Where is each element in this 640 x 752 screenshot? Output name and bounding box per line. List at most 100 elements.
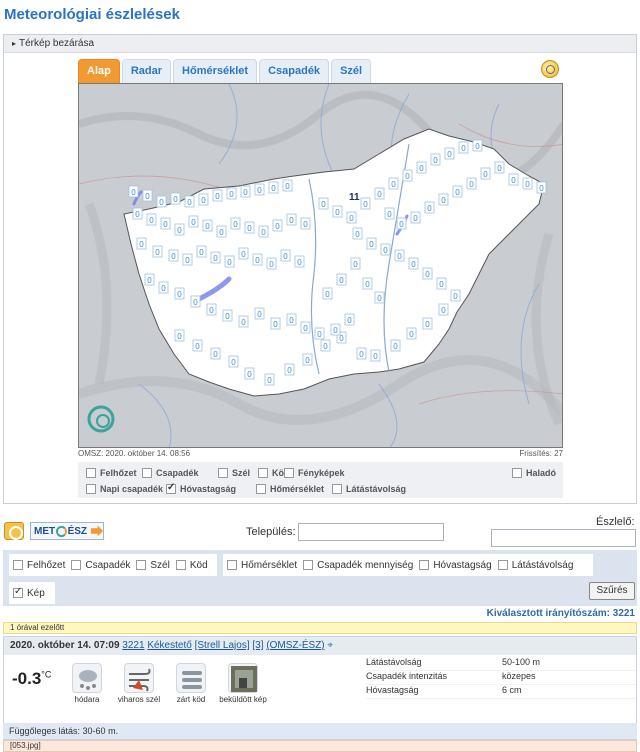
snow-depth-marker[interactable]: 0 <box>438 193 449 206</box>
snow-depth-marker[interactable]: 0 <box>438 303 449 316</box>
filter-checkbox[interactable] <box>13 560 23 570</box>
snow-depth-marker[interactable]: 0 <box>472 139 483 152</box>
observer-link[interactable]: [Strell Lajos] <box>195 640 250 651</box>
layer-option-9[interactable]: Látástávolság <box>332 484 406 494</box>
snow-depth-marker[interactable]: 0 <box>380 243 391 256</box>
settlement-input[interactable] <box>298 523 444 541</box>
snow-depth-marker[interactable]: 0 <box>332 205 343 218</box>
snow-depth-marker[interactable]: 0 <box>254 307 265 320</box>
source-link[interactable]: (OMSZ-ÉSZ) <box>266 640 324 651</box>
snow-depth-marker[interactable]: 0 <box>444 147 455 160</box>
snow-depth-marker[interactable]: 0 <box>170 192 181 205</box>
home-icon[interactable] <box>4 522 24 540</box>
layer-checkbox[interactable] <box>86 484 96 494</box>
tab-1[interactable]: Radar <box>121 59 172 83</box>
count-link[interactable]: [3] <box>252 640 263 651</box>
snow-depth-marker[interactable]: 0 <box>374 187 385 200</box>
snow-depth-marker[interactable]: 0 <box>258 225 269 238</box>
snow-depth-marker[interactable]: 0 <box>424 201 435 214</box>
filter-item[interactable]: Felhőzet <box>13 560 65 571</box>
snow-depth-marker[interactable]: 0 <box>370 349 381 362</box>
snow-depth-marker[interactable]: 0 <box>430 153 441 166</box>
snow-depth-marker[interactable]: 0 <box>416 161 427 174</box>
snow-depth-marker[interactable]: 0 <box>410 211 421 224</box>
tab-0[interactable]: Alap <box>78 59 120 83</box>
observer-input[interactable] <box>491 529 636 547</box>
snow-depth-marker[interactable]: 0 <box>452 185 463 198</box>
snow-depth-marker[interactable]: 0 <box>344 313 355 326</box>
filter-checkbox[interactable] <box>136 560 147 570</box>
layer-checkbox[interactable] <box>142 468 152 478</box>
snow-depth-marker[interactable]: 0 <box>152 245 163 258</box>
snow-depth-marker[interactable]: 0 <box>450 289 461 302</box>
layer-option-2[interactable]: Szél <box>218 468 250 478</box>
snow-depth-marker[interactable]: 0 <box>244 367 255 380</box>
layer-checkbox[interactable] <box>332 484 342 494</box>
snow-depth-marker[interactable]: 0 <box>408 257 419 270</box>
filter-checkbox[interactable] <box>227 560 237 570</box>
layer-option-1[interactable]: Csapadék <box>142 468 199 478</box>
snow-depth-marker[interactable]: 0 <box>174 223 185 236</box>
snow-depth-marker[interactable]: 0 <box>184 195 195 208</box>
layer-checkbox[interactable] <box>166 482 176 494</box>
snow-depth-marker[interactable]: 0 <box>202 219 213 232</box>
snow-depth-marker[interactable]: 0 <box>300 321 311 334</box>
filter-button[interactable]: Szűrés <box>589 582 635 600</box>
snow-depth-marker[interactable]: 0 <box>284 363 295 376</box>
snow-depth-marker[interactable]: 0 <box>158 281 169 294</box>
snow-depth-marker[interactable]: 0 <box>286 213 297 226</box>
metesz-logo[interactable]: MET ÉSZ <box>30 522 104 540</box>
snow-depth-marker[interactable]: 0 <box>190 295 201 308</box>
snow-depth-marker[interactable]: 0 <box>196 245 207 258</box>
filter-item[interactable]: Hőmérséklet <box>227 560 297 571</box>
snow-depth-marker[interactable]: 0 <box>366 237 377 250</box>
snow-depth-marker[interactable]: 0 <box>268 181 279 194</box>
filter-item[interactable]: Szél <box>136 560 170 571</box>
filter-item[interactable]: Látástávolság <box>497 560 573 571</box>
snow-depth-marker[interactable]: 0 <box>356 347 367 360</box>
snow-depth-marker[interactable]: 0 <box>160 217 171 230</box>
snow-depth-marker[interactable]: 0 <box>212 189 223 202</box>
snow-depth-marker[interactable]: 0 <box>314 327 325 340</box>
snow-depth-marker[interactable]: 0 <box>226 187 237 200</box>
snow-depth-marker[interactable]: 0 <box>402 169 413 182</box>
snow-depth-marker[interactable]: 0 <box>252 253 263 266</box>
image-file[interactable]: [053.jpg] <box>3 740 637 752</box>
layer-option-7[interactable]: Hóvastagság <box>166 482 236 494</box>
layer-checkbox[interactable] <box>284 468 294 478</box>
snow-depth-marker[interactable]: 0 <box>388 177 399 190</box>
snow-depth-marker[interactable]: 0 <box>294 255 305 268</box>
snow-depth-marker[interactable]: 0 <box>336 273 347 286</box>
snow-depth-marker[interactable]: 0 <box>266 257 277 270</box>
snow-depth-marker[interactable]: 0 <box>466 177 477 190</box>
snow-depth-marker[interactable]: 0 <box>396 217 407 230</box>
layer-checkbox[interactable] <box>218 468 228 478</box>
location-pin-icon[interactable]: ⌖ <box>327 640 333 651</box>
filter-item[interactable]: Kép <box>13 586 45 599</box>
filter-checkbox[interactable] <box>175 560 186 570</box>
snow-depth-marker[interactable]: 0 <box>132 207 143 220</box>
layer-checkbox[interactable] <box>512 468 522 478</box>
snow-depth-marker[interactable]: 0 <box>264 373 275 386</box>
snow-depth-marker[interactable]: 0 <box>352 227 363 240</box>
layer-option-8[interactable]: Hőmérséklet <box>256 484 324 494</box>
snow-depth-marker[interactable]: 0 <box>174 287 185 300</box>
filter-item[interactable]: Csapadék <box>71 560 130 571</box>
snow-depth-marker[interactable]: 0 <box>210 251 221 264</box>
snow-depth-marker[interactable]: 0 <box>362 277 373 290</box>
snow-depth-marker[interactable]: 0 <box>182 253 193 266</box>
place-link[interactable]: Kékestető <box>147 640 191 651</box>
filter-checkbox[interactable] <box>303 560 314 570</box>
snow-depth-marker[interactable]: 0 <box>406 327 417 340</box>
snow-depth-marker[interactable]: 0 <box>320 339 331 352</box>
layer-option-5[interactable]: Haladó <box>512 468 556 478</box>
zoom-search-icon[interactable] <box>541 60 559 78</box>
snow-depth-marker[interactable]: 0 <box>230 217 241 230</box>
filter-item[interactable]: Köd <box>175 560 208 571</box>
snow-depth-marker[interactable]: 0 <box>198 193 209 206</box>
snow-depth-marker[interactable]: 0 <box>136 237 147 250</box>
snow-depth-marker[interactable]: 0 <box>156 195 167 208</box>
snow-depth-marker[interactable]: 0 <box>238 247 249 260</box>
layer-checkbox[interactable] <box>256 484 266 494</box>
filter-checkbox[interactable] <box>13 586 23 598</box>
